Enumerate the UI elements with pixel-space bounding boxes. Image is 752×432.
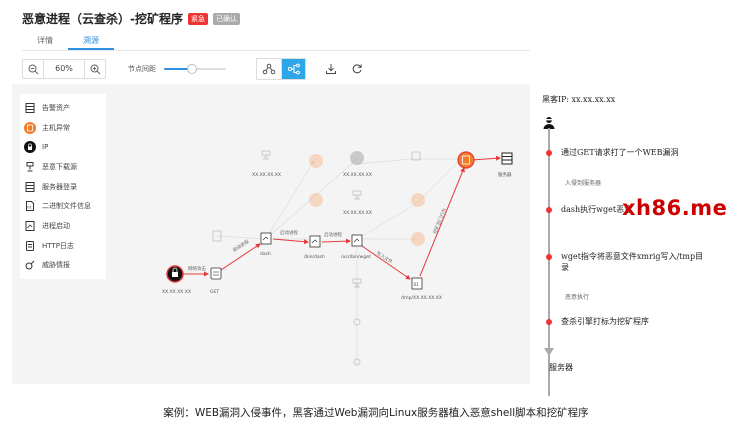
server-icon: [24, 102, 36, 114]
edge-label-launch-2: 启动进程: [280, 229, 298, 236]
node-label-mid-ip: XX.XX.XX.XX: [343, 172, 372, 178]
node-label-server: 服务器: [498, 171, 512, 178]
hacker-ip-icon: [24, 141, 36, 154]
node-label-wget: /usr/bin/wget: [341, 254, 371, 260]
node-label-low-ip: XX.XX.XX.XX: [343, 210, 372, 216]
confirmed-badge: 已确认: [212, 12, 240, 25]
node-label-bindash: /bin/dash: [304, 254, 325, 260]
graph-layout-icon: [262, 63, 276, 75]
http-log-icon: [24, 240, 36, 252]
figure-caption: 案例：WEB漏洞入侵事件，黑客通过Web漏洞向Linux服务器植入恶意shell…: [163, 407, 589, 419]
slider-handle[interactable]: [186, 64, 197, 74]
edge-label-write: 写入文件: [375, 250, 394, 266]
timeline-dot-4: [546, 319, 552, 325]
legend-item-server-login: 服务器登录: [20, 177, 106, 197]
timeline-stage-1: 入侵到服务器: [565, 180, 602, 187]
edge-label-attack: 网络攻击: [188, 265, 206, 272]
download-button[interactable]: [320, 58, 342, 80]
timeline-event-1: 通过GET请求打了一个WEB漏洞: [561, 148, 679, 157]
tab-details[interactable]: 详情: [22, 32, 68, 50]
timeline-dot-3: [546, 254, 552, 260]
node-dash: [260, 232, 272, 245]
legend-item-host-alert: 主机异常: [20, 118, 106, 138]
host-alert-icon: [24, 121, 36, 134]
intel-icon: [24, 259, 36, 271]
layout-graph-button[interactable]: [257, 59, 281, 79]
zoom-level: 60%: [43, 60, 85, 78]
tree-layout-icon: [287, 63, 300, 75]
svg-text:01: 01: [27, 206, 32, 210]
refresh-button[interactable]: [346, 58, 368, 80]
node-spacing-slider[interactable]: [164, 64, 226, 74]
urgent-badge: 紧急: [187, 12, 208, 25]
node-label-get: GET: [210, 289, 219, 295]
node-label-dash: dash: [260, 251, 271, 257]
edge-label-launch-3: 启动进程: [324, 231, 342, 238]
layout-toggle: [256, 58, 306, 80]
attack-timeline: 黑客IP: xx.xx.xx.xx 通过GET请求打了一个WEB漏洞 入侵到服务…: [540, 90, 740, 396]
node-hacker-ip: [166, 265, 184, 283]
node-xmrig: 01: [411, 277, 423, 290]
layout-tree-button[interactable]: [281, 59, 305, 79]
timeline-arrow: [544, 348, 554, 356]
node-label-xmrig-ip: XX.XX.XX.XX: [413, 295, 442, 301]
timeline-dot-2: [546, 207, 552, 213]
node-host-alert: [457, 151, 475, 169]
server-login-icon: [24, 181, 36, 193]
binary-file-icon: 01: [24, 200, 36, 212]
tab-bar: 详情 溯源: [22, 32, 530, 51]
node-label-top-ip: XX.XX.XX.XX: [252, 172, 281, 178]
node-spacing-label: 节点间距: [128, 65, 156, 73]
node-wget: [351, 234, 363, 247]
node-label-hacker-ip: XX.XX.XX.XX: [162, 289, 191, 295]
zoom-out-button[interactable]: [23, 60, 43, 78]
legend-item-alert-asset: 告警资产: [20, 98, 106, 118]
legend-item-process-launch: 进程启动: [20, 216, 106, 236]
node-http-get: [210, 267, 222, 280]
watermark: xh86.me: [622, 196, 728, 220]
timeline-footer: 服务器: [549, 363, 573, 372]
graph-legend: 告警资产 主机异常 IP 恶意下载源 服务器登录 01 二进制文件信息 进程启动: [20, 94, 106, 280]
page-title-text: 恶意进程（云查杀）-挖矿程序: [22, 12, 183, 26]
legend-item-ip: IP: [20, 137, 106, 157]
timeline-dot-1: [546, 150, 552, 156]
graph-toolbar: 60% 节点间距: [22, 56, 530, 82]
process-icon: [24, 220, 36, 232]
zoom-control: 60%: [22, 59, 106, 79]
timeline-stage-2: 恶意执行: [565, 294, 590, 301]
legend-item-http-log: HTTP日志: [20, 236, 106, 256]
zoom-in-icon: [90, 64, 100, 74]
edge-label-mining: 挖矿后门行为: [431, 207, 448, 235]
page-title: 恶意进程（云查杀）-挖矿程序 紧急 已确认: [22, 10, 240, 27]
refresh-icon: [352, 64, 362, 74]
node-server: [501, 152, 513, 165]
tab-trace[interactable]: 溯源: [68, 32, 114, 50]
edge-label-launch-1: 启动进程: [231, 238, 250, 254]
zoom-in-button[interactable]: [85, 60, 105, 78]
trace-graph-canvas[interactable]: 网络攻击 启动进程 启动进程 启动进程 写入文件 挖矿后门行为 XX.XX.XX…: [12, 84, 530, 384]
download-icon: [326, 64, 336, 74]
timeline-event-3: wget指令将恶意文件xmrig写入/tmp目录: [561, 252, 704, 272]
svg-text:01: 01: [414, 282, 420, 287]
zoom-out-icon: [28, 64, 38, 74]
timeline-event-4: 查杀引擎打标为挖矿程序: [561, 317, 649, 326]
node-label-xmrig: /tmp/: [401, 295, 414, 301]
node-bindash: [309, 235, 321, 248]
legend-item-binary-file: 01 二进制文件信息: [20, 196, 106, 216]
download-source-icon: [24, 161, 36, 173]
legend-item-threat-intel: 威胁情报: [20, 256, 106, 276]
timeline-header: 黑客IP: xx.xx.xx.xx: [542, 95, 616, 104]
legend-item-malicious-download: 恶意下载源: [20, 157, 106, 177]
